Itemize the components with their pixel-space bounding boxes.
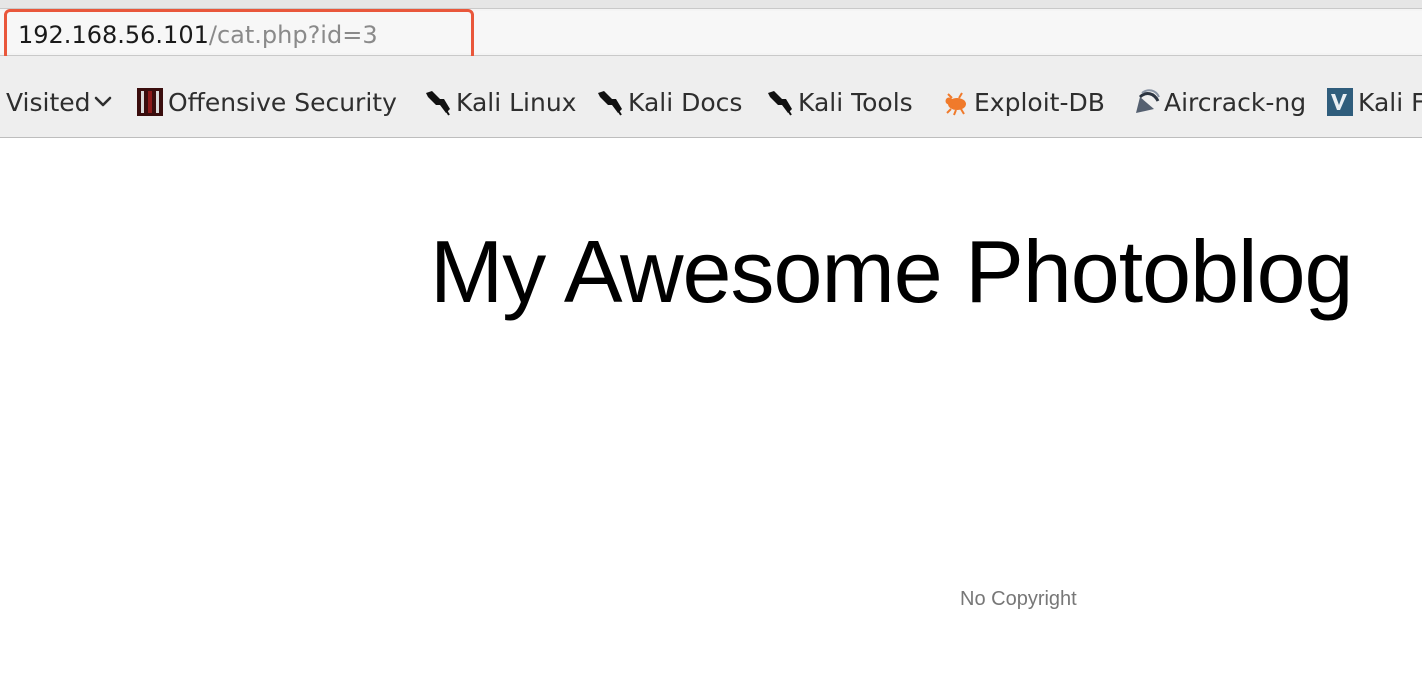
bookmark-kali-linux[interactable]: Kali Linux	[424, 84, 576, 120]
navigation-toolbar: 192.168.56.101/cat.php?id=3	[0, 8, 1422, 61]
browser-top-edge	[0, 0, 1422, 8]
bookmark-label: Aircrack-ng	[1164, 87, 1307, 117]
bookmark-exploit-db[interactable]: Exploit-DB	[942, 84, 1105, 120]
bookmarks-toolbar: Visited Offensive Security Kali Linux Ka…	[0, 56, 1422, 138]
kali-dragon-icon	[768, 91, 792, 116]
kali-dragon-icon	[598, 91, 622, 116]
bookmark-label: Kali Docs	[628, 87, 743, 117]
bookmark-kali-tools[interactable]: Kali Tools	[766, 84, 913, 120]
bookmark-label: Exploit-DB	[974, 87, 1105, 117]
url-highlight-box	[4, 9, 474, 61]
bookmark-aircrack-ng[interactable]: Aircrack-ng	[1132, 84, 1306, 120]
kali-forums-icon	[1327, 88, 1353, 116]
bookmark-label: Kali Tools	[798, 87, 913, 117]
bookmark-label: Kali Linux	[456, 87, 577, 117]
bookmark-most-visited[interactable]: Visited	[6, 84, 113, 120]
bookmark-label: Kali F	[1358, 87, 1422, 117]
bookmark-label: Visited	[6, 87, 91, 117]
bookmark-label: Offensive Security	[168, 87, 397, 117]
kali-dragon-icon	[426, 91, 450, 116]
bookmark-offensive-security[interactable]: Offensive Security	[136, 84, 397, 120]
bookmark-kali-docs[interactable]: Kali Docs	[596, 84, 742, 120]
offensive-security-icon	[137, 88, 163, 116]
chevron-down-icon	[94, 96, 111, 107]
exploit-db-bug-icon	[945, 92, 966, 116]
footer-copyright: No Copyright	[960, 588, 1077, 610]
page-title: My Awesome Photoblog	[430, 222, 1353, 321]
bookmark-kali-forums[interactable]: Kali F	[1326, 84, 1422, 120]
aircrack-ng-icon	[1136, 89, 1160, 113]
